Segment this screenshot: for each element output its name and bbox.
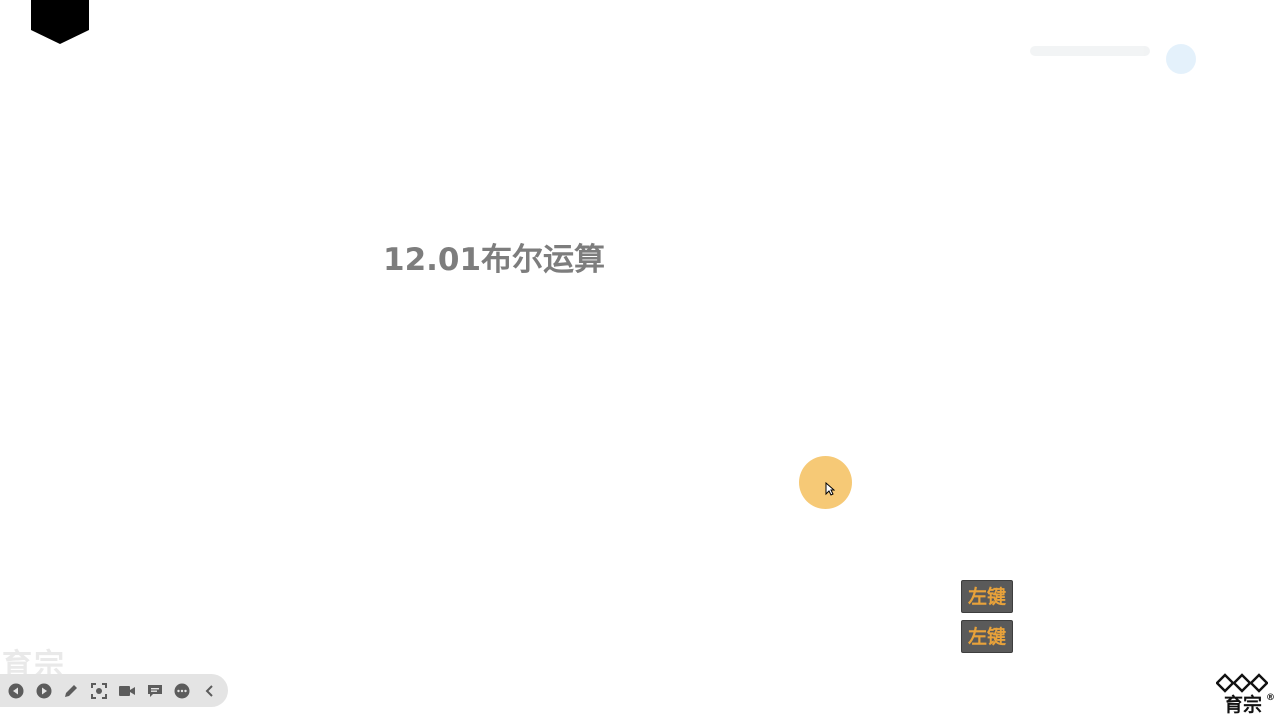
comment-icon (147, 684, 162, 697)
brand-logo-text: 育宗 (1224, 694, 1263, 716)
camera-button[interactable] (117, 681, 137, 701)
keystroke-badge-2: 左键 (961, 620, 1013, 653)
more-options-button[interactable] (173, 681, 193, 701)
next-slide-button[interactable] (34, 681, 54, 701)
top-right-watermark (1020, 6, 1260, 76)
keystroke-badge-1: 左键 (961, 580, 1013, 613)
diamond-logo-icon (1216, 673, 1268, 693)
previous-icon (8, 683, 24, 698)
bookmark-ribbon-icon (31, 0, 89, 44)
pen-tool-button[interactable] (62, 681, 82, 701)
presenter-toolbar (0, 674, 228, 707)
pen-icon (65, 684, 78, 697)
watermark-line (1030, 46, 1150, 56)
next-icon (36, 683, 52, 698)
collapse-icon (205, 684, 213, 697)
brand-logo: 育宗 ® (1216, 673, 1278, 718)
comment-button[interactable] (145, 681, 165, 701)
more-icon (174, 683, 190, 698)
watermark-logo-icon (1166, 44, 1196, 74)
camera-icon (118, 685, 135, 696)
registered-mark: ® (1266, 693, 1275, 703)
collapse-toolbar-button[interactable] (200, 681, 220, 701)
presentation-stage: 12.01布尔运算 左键 左键 育宗 育宗 ® (0, 0, 1280, 720)
screenshot-button[interactable] (89, 681, 109, 701)
screenshot-icon (91, 682, 108, 699)
previous-slide-button[interactable] (6, 681, 26, 701)
mouse-pointer-icon (825, 482, 835, 496)
slide-title: 12.01布尔运算 (383, 242, 606, 278)
